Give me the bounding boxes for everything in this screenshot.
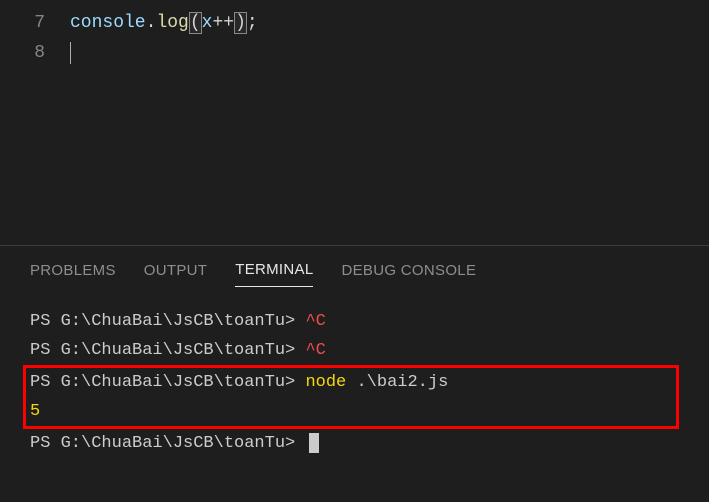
terminal-panel: PROBLEMS OUTPUT TERMINAL DEBUG CONSOLE P… (0, 246, 709, 502)
line-number: 8 (0, 43, 70, 63)
tab-problems[interactable]: PROBLEMS (30, 262, 116, 287)
tab-terminal[interactable]: TERMINAL (235, 261, 313, 287)
terminal-interrupt: ^C (305, 341, 325, 360)
terminal-cursor (309, 433, 319, 453)
terminal-output[interactable]: PS G:\ChuaBai\JsCB\toanTu> ^C PS G:\Chua… (0, 299, 709, 466)
tab-debug-console[interactable]: DEBUG CONSOLE (341, 262, 476, 287)
code-token-close-paren: ) (234, 12, 247, 34)
code-token-variable: x (202, 13, 213, 33)
code-line[interactable]: 7 console.log(x++); (0, 8, 709, 38)
panel-tabs: PROBLEMS OUTPUT TERMINAL DEBUG CONSOLE (0, 246, 709, 299)
tab-output[interactable]: OUTPUT (144, 262, 207, 287)
code-editor[interactable]: 7 console.log(x++); 8 (0, 0, 709, 245)
code-content (70, 42, 71, 64)
line-number: 7 (0, 13, 70, 33)
terminal-prompt: PS G:\ChuaBai\JsCB\toanTu> (30, 312, 295, 331)
code-token-object: console (70, 13, 146, 33)
terminal-command-arg: .\bai2.js (356, 373, 448, 392)
code-token-open-paren: ( (189, 12, 202, 34)
code-token-semicolon: ; (247, 13, 258, 33)
terminal-line: PS G:\ChuaBai\JsCB\toanTu> node .\bai2.j… (30, 368, 672, 397)
highlight-box: PS G:\ChuaBai\JsCB\toanTu> node .\bai2.j… (23, 365, 679, 429)
terminal-interrupt: ^C (305, 312, 325, 331)
terminal-line: PS G:\ChuaBai\JsCB\toanTu> (30, 429, 679, 458)
terminal-output-value: 5 (30, 402, 40, 421)
code-line[interactable]: 8 (0, 38, 709, 68)
terminal-prompt: PS G:\ChuaBai\JsCB\toanTu> (30, 341, 295, 360)
code-token-operator: ++ (212, 13, 234, 33)
code-token-dot: . (146, 13, 157, 33)
terminal-prompt: PS G:\ChuaBai\JsCB\toanTu> (30, 434, 295, 453)
terminal-command: node (305, 373, 346, 392)
terminal-line: 5 (30, 397, 672, 426)
code-token-method: log (156, 13, 188, 33)
terminal-prompt: PS G:\ChuaBai\JsCB\toanTu> (30, 373, 295, 392)
terminal-line: PS G:\ChuaBai\JsCB\toanTu> ^C (30, 336, 679, 365)
terminal-line: PS G:\ChuaBai\JsCB\toanTu> ^C (30, 307, 679, 336)
editor-cursor (70, 42, 71, 64)
code-content: console.log(x++); (70, 13, 258, 33)
